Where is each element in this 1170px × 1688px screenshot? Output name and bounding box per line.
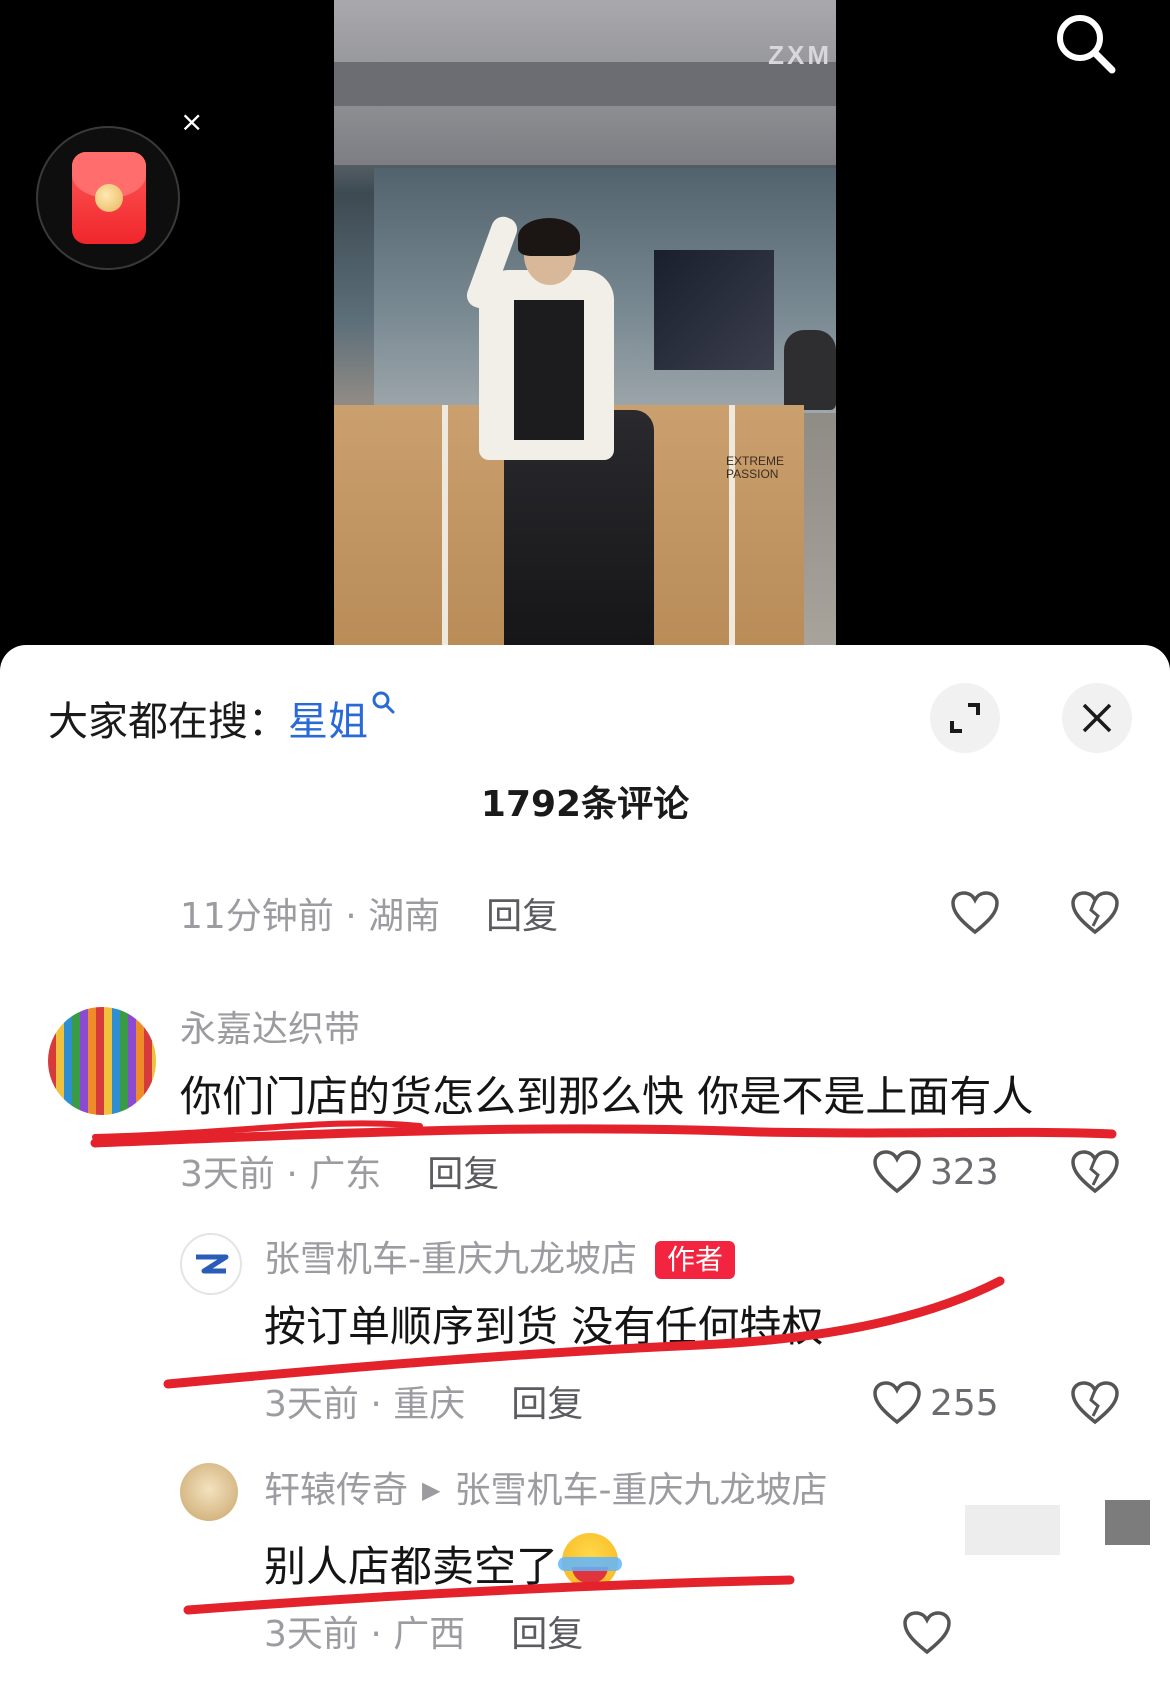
person-shirt bbox=[514, 300, 584, 440]
heart-icon bbox=[951, 891, 999, 935]
comment-username[interactable]: 永嘉达织带 bbox=[180, 1010, 360, 1050]
comment-meta: 3天前 · 广东 回复 bbox=[180, 1155, 499, 1195]
comment-username-text[interactable]: 轩辕传奇 bbox=[264, 1470, 408, 1511]
comment-sheet: 大家都在搜：星姐 1792条评论 11分钟前 · 湖南 回复 永嘉达织带 你们门… bbox=[0, 645, 1170, 1688]
expand-button[interactable] bbox=[930, 683, 1000, 753]
close-button[interactable] bbox=[1062, 683, 1132, 753]
reply-button[interactable]: 回复 bbox=[511, 1384, 583, 1425]
comment-text: 别人店都卖空了 bbox=[264, 1533, 623, 1591]
dislike-button[interactable] bbox=[1070, 890, 1120, 936]
comment-meta: 3天前 · 重庆 回复 bbox=[264, 1385, 583, 1425]
heart-icon bbox=[903, 1611, 951, 1655]
reply-to-username[interactable]: 张雪机车-重庆九龙坡店 bbox=[454, 1470, 827, 1511]
comment-text: 你们门店的货怎么到那么快 你是不是上面有人 bbox=[180, 1072, 1034, 1121]
reply-arrow-icon: ▶ bbox=[422, 1476, 441, 1504]
reply-button[interactable]: 回复 bbox=[486, 896, 558, 937]
avatar[interactable] bbox=[180, 1463, 238, 1521]
box-label: EXTREME PASSION bbox=[726, 454, 785, 481]
watermark bbox=[965, 1505, 1060, 1555]
person-hair bbox=[518, 218, 580, 256]
red-underline bbox=[90, 1124, 1117, 1148]
broken-heart-icon bbox=[1071, 1150, 1119, 1194]
hot-search-prefix: 大家都在搜： bbox=[48, 699, 288, 745]
red-packet-button[interactable] bbox=[36, 126, 180, 270]
comment-meta: 3天前 · 广西 回复 bbox=[264, 1615, 583, 1655]
search-icon[interactable] bbox=[1050, 8, 1120, 78]
avatar[interactable] bbox=[180, 1233, 242, 1295]
search-icon bbox=[372, 691, 395, 714]
comment-time-location: 3天前 · 广西 bbox=[264, 1614, 466, 1655]
comment-text-content: 别人店都卖空了 bbox=[264, 1542, 559, 1591]
heart-icon bbox=[873, 1150, 921, 1194]
box-strap bbox=[442, 405, 448, 645]
heart-icon bbox=[873, 1381, 921, 1425]
like-count: 255 bbox=[930, 1382, 999, 1424]
red-packet-icon bbox=[72, 152, 146, 244]
like-count: 323 bbox=[930, 1151, 999, 1193]
author-badge: 作者 bbox=[655, 1241, 736, 1279]
like-button[interactable]: 323 bbox=[872, 1149, 999, 1195]
comment-time-location: 3天前 · 广东 bbox=[180, 1154, 382, 1195]
dislike-button[interactable] bbox=[1070, 1380, 1120, 1426]
reply-button[interactable]: 回复 bbox=[427, 1154, 499, 1195]
comment-username[interactable]: 轩辕传奇 ▶ 张雪机车-重庆九龙坡店 bbox=[264, 1470, 827, 1511]
comment-time-location: 3天前 · 重庆 bbox=[264, 1384, 466, 1425]
reply-button[interactable]: 回复 bbox=[511, 1614, 583, 1655]
crying-laughing-emoji bbox=[558, 1533, 623, 1589]
comment-meta: 11分钟前 · 湖南 回复 bbox=[180, 897, 558, 937]
brand-logo-icon bbox=[196, 1254, 229, 1274]
dislike-button[interactable] bbox=[1070, 1149, 1120, 1195]
watermark-mark bbox=[1105, 1500, 1150, 1545]
hot-search-keyword[interactable]: 星姐 bbox=[288, 699, 368, 745]
like-button[interactable] bbox=[950, 890, 1000, 936]
comment-count: 1792条评论 bbox=[480, 784, 690, 825]
comment-username-text[interactable]: 张雪机车-重庆九龙坡店 bbox=[264, 1239, 637, 1280]
like-button[interactable]: 255 bbox=[872, 1380, 999, 1426]
expand-icon bbox=[950, 703, 980, 733]
close-icon bbox=[1082, 703, 1112, 733]
comment-text: 按订单顺序到货 没有任何特权 bbox=[264, 1302, 824, 1351]
brand-text: ZXM bbox=[768, 40, 832, 70]
shop-poster bbox=[654, 250, 774, 370]
storefront-sign bbox=[334, 62, 836, 106]
video-player[interactable]: ZXM EXTREME PASSION × bbox=[0, 0, 1170, 660]
hot-search-link[interactable]: 大家都在搜：星姐 bbox=[48, 689, 396, 747]
avatar[interactable] bbox=[48, 1007, 156, 1115]
video-frame[interactable]: ZXM EXTREME PASSION bbox=[334, 0, 836, 645]
red-packet-coin bbox=[95, 184, 123, 212]
close-icon[interactable]: × bbox=[180, 108, 203, 136]
broken-heart-icon bbox=[1071, 891, 1119, 935]
broken-heart-icon bbox=[1071, 1381, 1119, 1425]
box-strap bbox=[729, 405, 735, 645]
like-button[interactable] bbox=[902, 1610, 952, 1656]
comment-username[interactable]: 张雪机车-重庆九龙坡店 作者 bbox=[264, 1239, 736, 1280]
comment-time-location: 11分钟前 · 湖南 bbox=[180, 896, 441, 937]
red-underline bbox=[92, 1120, 423, 1140]
sheet-header: 大家都在搜：星姐 bbox=[0, 645, 1170, 785]
bystander-figure bbox=[784, 330, 836, 410]
